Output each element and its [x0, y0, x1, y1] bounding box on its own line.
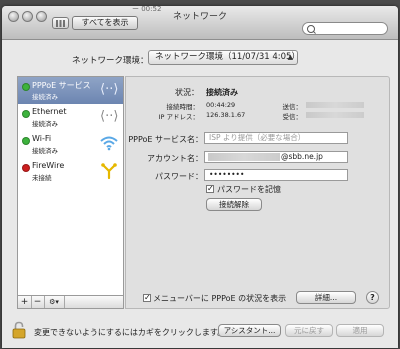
wifi-icon	[100, 135, 118, 153]
service-status: 接続済み	[32, 93, 58, 101]
account-suffix: @sbb.ne.jp	[281, 152, 323, 161]
connect-time-value: 00:44:29	[206, 101, 236, 109]
status-dot	[22, 164, 30, 172]
search-input[interactable]	[302, 22, 388, 35]
service-item-pppoe[interactable]: PPPoE サービス 接続済み ⟨··⟩	[18, 77, 123, 104]
grid-view-button[interactable]	[52, 17, 69, 29]
assistant-button[interactable]: アシスタント...	[218, 324, 281, 337]
status-dot	[22, 137, 30, 145]
grid-icon	[56, 19, 65, 27]
location-label: ネットワーク環境：	[72, 56, 149, 66]
remember-password-label: パスワードを記憶	[217, 185, 281, 194]
lock-instruction-text: 変更できないようにするにはカギをクリックします。	[34, 328, 226, 337]
title-bar: ー 00:52 ネットワーク すべてを表示	[2, 6, 398, 40]
firewire-icon	[100, 162, 118, 180]
redacted-account	[208, 153, 280, 161]
account-input[interactable]: @sbb.ne.jp	[204, 151, 348, 163]
show-all-button[interactable]: すべてを表示	[72, 16, 138, 30]
apply-button[interactable]: 適用	[336, 324, 384, 337]
service-name: PPPoE サービス	[32, 81, 91, 90]
password-input[interactable]: ••••••••	[204, 169, 348, 181]
service-status: 接続済み	[32, 147, 58, 155]
help-button[interactable]: ?	[366, 291, 379, 304]
service-name: Ethernet	[32, 107, 67, 116]
service-name: Wi-Fi	[32, 134, 52, 143]
dual-arrow-icon: ⟨··⟩	[100, 82, 119, 97]
advanced-details-button[interactable]: 詳細...	[296, 291, 356, 304]
status-dot	[22, 110, 30, 118]
status-label: 状況：	[175, 88, 199, 97]
pppoe-service-label: PPPoE サービス名：	[128, 135, 203, 144]
revert-button[interactable]: 元に戻す	[285, 324, 333, 337]
service-status: 未接続	[32, 174, 52, 182]
sent-meter	[306, 102, 364, 108]
search-icon	[307, 25, 315, 33]
show-menubar-status-label: メニューバーに PPPoE の状況を表示	[153, 294, 287, 303]
dual-arrow-icon: ⟨··⟩	[100, 109, 119, 124]
network-preferences-window: ー 00:52 ネットワーク すべてを表示 ネットワーク環境： ネットワーク環境…	[2, 6, 398, 348]
updown-arrows-icon: ▲	[287, 53, 293, 61]
service-item-wifi[interactable]: Wi-Fi 接続済み	[18, 131, 123, 158]
ip-label: IP アドレス：	[158, 113, 199, 121]
service-name: FireWire	[32, 161, 65, 170]
disconnect-button[interactable]: 接続解除	[206, 198, 262, 211]
pppoe-service-input[interactable]: ISP より提供（必要な場合）	[204, 132, 348, 144]
status-value: 接続済み	[206, 88, 238, 97]
service-item-firewire[interactable]: FireWire 未接続	[18, 158, 123, 185]
remove-service-button[interactable]: −	[31, 296, 45, 308]
account-label: アカウント名：	[147, 154, 203, 163]
service-detail-panel: 状況： 接続済み 接続時間： 00:44:29 送信： IP アドレス： 126…	[125, 76, 390, 309]
gear-menu-button[interactable]: ⚙▾	[44, 296, 65, 308]
sent-label: 送信：	[282, 103, 303, 111]
status-dot	[22, 83, 30, 91]
location-select[interactable]: ネットワーク環境（11/07/31 4:05） ▲	[148, 50, 300, 65]
password-label: パスワード：	[155, 172, 203, 181]
remember-password-checkbox[interactable]: ✓	[206, 185, 214, 193]
service-status: 接続済み	[32, 120, 58, 128]
ip-value: 126.38.1.67	[206, 111, 246, 119]
connect-time-label: 接続時間：	[166, 103, 200, 111]
service-item-ethernet[interactable]: Ethernet 接続済み ⟨··⟩	[18, 104, 123, 131]
add-service-button[interactable]: +	[18, 296, 32, 308]
lock-icon[interactable]	[12, 321, 26, 339]
show-menubar-status-checkbox[interactable]: ✓	[143, 294, 151, 302]
service-list-toolbar: + − ⚙▾	[17, 296, 124, 309]
location-value: ネットワーク環境（11/07/31 4:05）	[155, 52, 300, 62]
received-label: 受信：	[282, 113, 303, 121]
received-meter	[306, 112, 364, 118]
service-list: PPPoE サービス 接続済み ⟨··⟩ Ethernet 接続済み ⟨··⟩ …	[17, 76, 124, 296]
